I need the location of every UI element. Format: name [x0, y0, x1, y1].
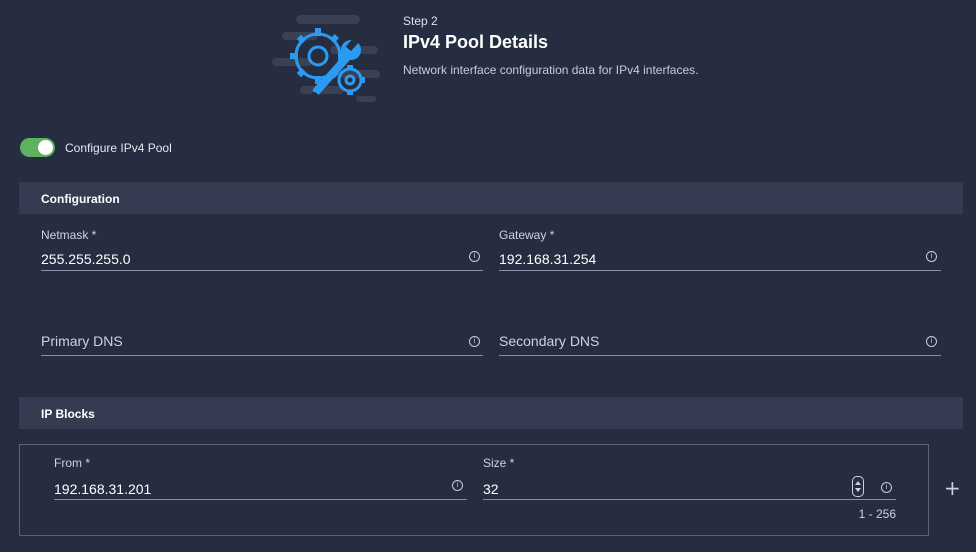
gear-wrench-icon	[272, 12, 384, 104]
size-range-hint: 1 - 256	[858, 507, 896, 521]
from-underline	[54, 499, 467, 500]
size-underline	[483, 499, 896, 500]
page-description: Network interface configuration data for…	[403, 63, 699, 77]
configuration-section-header: Configuration	[19, 182, 963, 214]
ip-blocks-section-header: IP Blocks	[19, 397, 963, 429]
secondary-dns-underline	[499, 355, 941, 356]
from-info-icon[interactable]: i	[452, 480, 463, 491]
secondary-dns-info-icon[interactable]: i	[926, 336, 937, 347]
gateway-label: Gateway *	[499, 228, 555, 242]
section-title: Configuration	[41, 192, 120, 206]
size-label: Size *	[483, 456, 515, 470]
netmask-input[interactable]: 255.255.255.0	[41, 251, 461, 267]
primary-dns-info-icon[interactable]: i	[469, 336, 480, 347]
size-stepper[interactable]	[852, 476, 864, 497]
netmask-info-icon[interactable]: i	[469, 251, 480, 262]
configure-ipv4-pool-toggle[interactable]	[20, 138, 55, 157]
netmask-underline	[41, 270, 483, 271]
gateway-input[interactable]: 192.168.31.254	[499, 251, 919, 267]
size-input[interactable]: 32	[483, 481, 823, 497]
gateway-underline	[499, 270, 941, 271]
secondary-dns-input[interactable]: Secondary DNS	[499, 333, 919, 349]
gateway-info-icon[interactable]: i	[926, 251, 937, 262]
add-ip-block-icon[interactable]: +	[944, 478, 961, 498]
primary-dns-input[interactable]: Primary DNS	[41, 333, 461, 349]
toggle-label: Configure IPv4 Pool	[65, 141, 172, 155]
stepper-up-icon[interactable]	[855, 481, 861, 485]
size-info-icon[interactable]: i	[881, 482, 892, 493]
from-label: From *	[54, 456, 90, 470]
stepper-down-icon[interactable]	[855, 488, 861, 492]
section-title: IP Blocks	[41, 407, 95, 421]
toggle-knob	[38, 140, 53, 155]
from-input[interactable]: 192.168.31.201	[54, 481, 434, 497]
primary-dns-underline	[41, 355, 483, 356]
netmask-label: Netmask *	[41, 228, 97, 242]
page-title: IPv4 Pool Details	[403, 32, 549, 52]
step-indicator: Step 2	[403, 14, 438, 28]
